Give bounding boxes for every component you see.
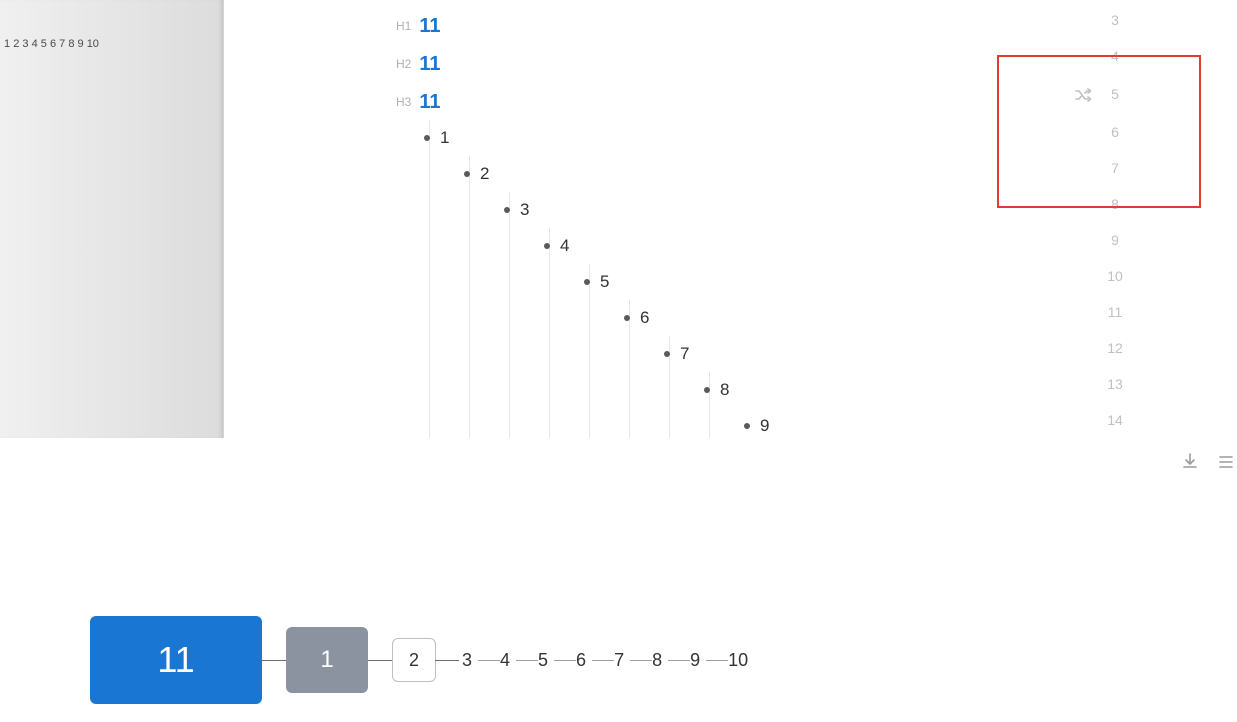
list-item[interactable]: 6 xyxy=(624,300,649,336)
bullet-icon xyxy=(424,135,430,141)
editor-pane: 1 2 3 4 5 6 7 8 9 10 H1 11 H2 11 H3 11 xyxy=(0,0,1237,438)
bullet-icon xyxy=(704,387,710,393)
gutter-line-number: 3 xyxy=(1103,12,1127,28)
bullet-icon xyxy=(504,207,510,213)
heading-tag: H2 xyxy=(396,57,411,71)
breadcrumb-node[interactable]: 1 xyxy=(286,627,368,693)
indent-guide xyxy=(469,156,470,438)
bullet-icon xyxy=(744,423,750,429)
breadcrumb-node[interactable]: 3 xyxy=(460,650,474,671)
breadcrumb-node[interactable]: 6 xyxy=(574,650,588,671)
list-item[interactable]: 7 xyxy=(664,336,689,372)
bullet-icon xyxy=(584,279,590,285)
minimap[interactable]: 1 2 3 4 5 6 7 8 9 10 xyxy=(0,0,224,438)
list-item[interactable]: 3 xyxy=(504,192,529,228)
breadcrumb-panel: 11 1 2 3 4 5 6 7 8 9 10 xyxy=(0,438,1237,722)
highlight-box xyxy=(997,55,1201,208)
list-item[interactable]: 5 xyxy=(584,264,609,300)
indent-guide xyxy=(429,120,430,438)
breadcrumb-node[interactable]: 9 xyxy=(688,650,702,671)
minimap-row: 1 2 3 4 5 6 7 8 9 10 xyxy=(0,38,99,50)
gutter-line-number: 13 xyxy=(1103,376,1127,392)
indent-guide xyxy=(509,192,510,438)
list-item[interactable]: 1 xyxy=(424,120,449,156)
breadcrumb-node[interactable]: 2 xyxy=(392,638,436,682)
gutter-line-number: 9 xyxy=(1103,232,1127,248)
list-item[interactable]: 4 xyxy=(544,228,569,264)
breadcrumb-node[interactable]: 4 xyxy=(498,650,512,671)
heading-text: 11 xyxy=(419,15,440,38)
heading-text: 11 xyxy=(419,53,440,76)
breadcrumb-node[interactable]: 7 xyxy=(612,650,626,671)
breadcrumb-node[interactable]: 8 xyxy=(650,650,664,671)
breadcrumb-node[interactable]: 10 xyxy=(726,650,750,671)
bullet-icon xyxy=(624,315,630,321)
gutter-line-number: 11 xyxy=(1103,304,1127,320)
menu-icon[interactable] xyxy=(1219,454,1233,475)
heading-h3[interactable]: H3 11 xyxy=(396,84,441,120)
heading-tag: H3 xyxy=(396,95,411,109)
gutter-line-number: 10 xyxy=(1103,268,1127,284)
bullet-icon xyxy=(464,171,470,177)
gutter-line-number: 12 xyxy=(1103,340,1127,356)
gutter-line-number: 14 xyxy=(1103,412,1127,428)
breadcrumb-root[interactable]: 11 xyxy=(90,616,262,704)
bullet-icon xyxy=(544,243,550,249)
heading-text: 11 xyxy=(419,91,440,114)
heading-h2[interactable]: H2 11 xyxy=(396,46,441,82)
heading-tag: H1 xyxy=(396,19,411,33)
breadcrumb-trail: 11 1 2 3 4 5 6 7 8 9 10 xyxy=(90,616,774,704)
list-item[interactable]: 2 xyxy=(464,156,489,192)
bullet-icon xyxy=(664,351,670,357)
heading-h1[interactable]: H1 11 xyxy=(396,8,441,44)
download-icon[interactable] xyxy=(1181,452,1199,475)
list-item[interactable]: 8 xyxy=(704,372,729,408)
breadcrumb-node[interactable]: 5 xyxy=(536,650,550,671)
